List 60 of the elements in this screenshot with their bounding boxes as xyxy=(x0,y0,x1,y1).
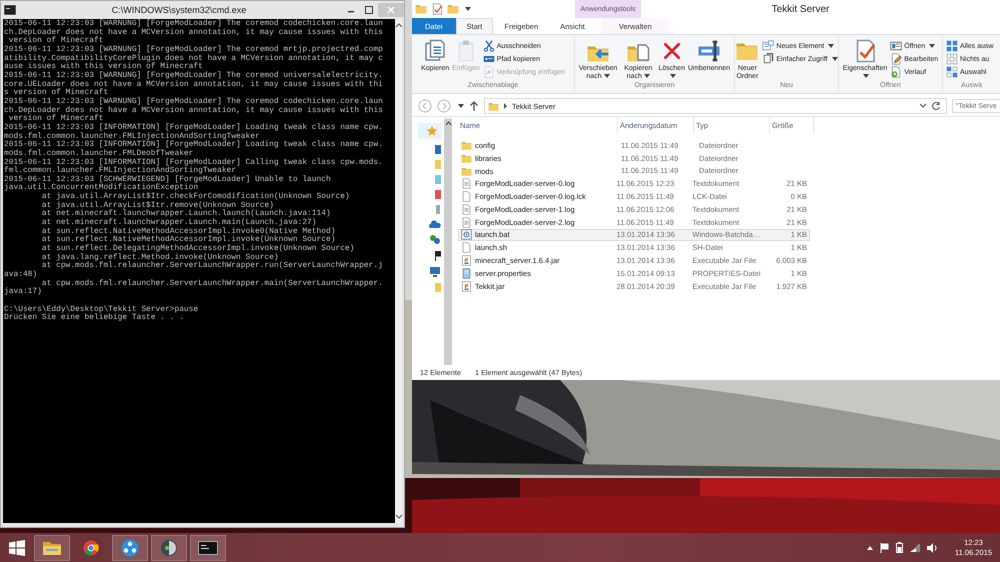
caret-icon xyxy=(465,7,471,11)
network-icon[interactable] xyxy=(429,234,441,245)
properties-file-icon xyxy=(461,268,472,279)
batch-file-icon xyxy=(461,229,472,240)
signal-icon[interactable] xyxy=(910,543,920,552)
computer-icon[interactable] xyxy=(429,267,441,277)
scroll-down-icon[interactable] xyxy=(394,514,402,520)
jar-file-icon xyxy=(461,280,472,292)
caret-icon xyxy=(929,44,936,48)
cloud-icon[interactable] xyxy=(429,220,441,228)
caret-icon xyxy=(670,74,676,78)
volume-icon[interactable] xyxy=(927,542,938,552)
console-icon xyxy=(198,540,218,554)
taskbar-app[interactable] xyxy=(34,534,70,560)
chevron-icon xyxy=(503,103,508,109)
easy-access-icon xyxy=(762,53,774,65)
new-item-icon xyxy=(762,40,774,52)
dropdown-icon[interactable] xyxy=(919,103,927,109)
disc-app-icon xyxy=(160,538,178,556)
path-icon xyxy=(482,53,495,65)
select-none-icon xyxy=(946,53,958,65)
text-file-icon xyxy=(461,178,472,190)
jar-file-icon xyxy=(461,255,472,266)
text-file-icon xyxy=(461,216,472,228)
file-icon xyxy=(461,242,472,254)
scissors-icon xyxy=(482,40,495,52)
scroll-up-icon[interactable] xyxy=(394,22,402,28)
edit-icon xyxy=(890,53,902,65)
circle-app-icon xyxy=(121,538,139,556)
caret-icon xyxy=(644,74,650,78)
caret-icon xyxy=(832,57,838,61)
invert-selection-icon xyxy=(946,66,958,78)
refresh-icon[interactable] xyxy=(931,101,941,111)
scrollbar[interactable] xyxy=(444,117,452,365)
show-hidden-icon[interactable] xyxy=(867,546,874,550)
history-icon xyxy=(890,66,902,78)
caret-icon xyxy=(458,104,464,108)
window-title: Tekkit Server xyxy=(770,4,830,14)
copy-icon xyxy=(423,39,448,63)
shortcut-icon xyxy=(482,66,495,78)
up-arrow-icon[interactable] xyxy=(469,100,479,112)
scroll-up-icon[interactable] xyxy=(444,121,452,126)
scrollbar[interactable] xyxy=(395,19,402,523)
window-title: C:\WINDOWS\system32\cmd.exe xyxy=(110,5,248,15)
start-button[interactable] xyxy=(9,540,25,556)
select-all-icon xyxy=(946,40,958,52)
text-file-icon xyxy=(461,204,472,215)
rename-icon xyxy=(696,39,721,63)
flag-icon[interactable] xyxy=(435,251,441,261)
battery-icon[interactable] xyxy=(896,542,904,553)
caret-icon xyxy=(863,74,870,78)
taskbar-app[interactable] xyxy=(190,534,226,560)
file-icon xyxy=(461,191,472,202)
caret-icon xyxy=(828,44,834,48)
properties-icon xyxy=(431,3,443,15)
open-icon xyxy=(890,40,902,52)
taskbar-app[interactable] xyxy=(112,534,148,560)
console-icon xyxy=(4,5,16,15)
caret-icon xyxy=(604,74,610,78)
taskbar-app[interactable] xyxy=(151,534,187,560)
